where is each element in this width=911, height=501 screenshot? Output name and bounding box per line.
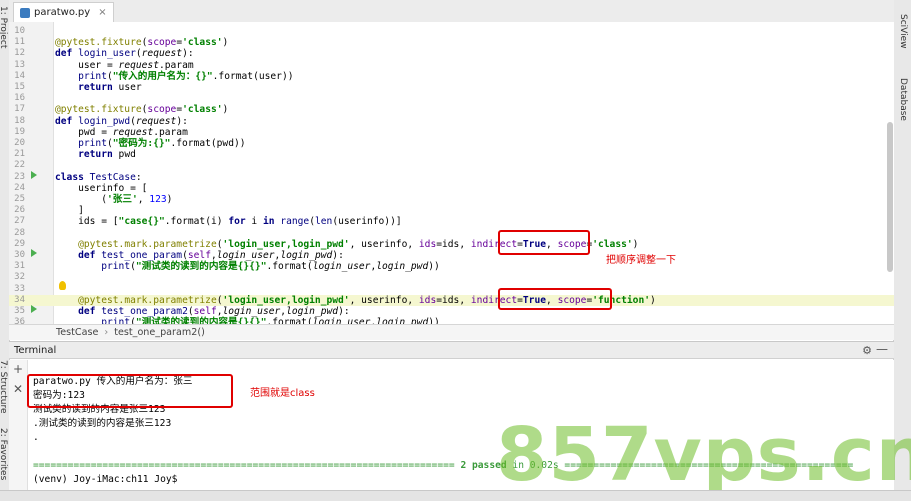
line-number: 11 [14, 37, 25, 48]
line-number: 31 [14, 261, 25, 272]
line-number: 25 [14, 194, 25, 204]
structure-panel-toggle[interactable]: 7: Structure [0, 360, 8, 414]
line-number: 23 [14, 171, 25, 182]
line-number: 10 [14, 26, 25, 36]
highlight-box [498, 230, 590, 255]
line-number: 22 [14, 160, 25, 171]
line-number: 14 [14, 70, 25, 81]
minimize-icon[interactable]: — [876, 342, 888, 356]
breadcrumb: TestCase › test_one_param2() [9, 324, 894, 340]
line-number: 19 [14, 126, 25, 137]
breadcrumb-method[interactable]: test_one_param2() [114, 327, 205, 338]
line-number: 29 [14, 238, 25, 249]
line-number: 28 [14, 227, 25, 238]
run-test-icon[interactable] [31, 305, 37, 313]
database-panel-toggle[interactable]: Database [898, 78, 908, 121]
code-line-current: 34 @pytest.mark.parametrize('login_user,… [9, 294, 894, 306]
editor-tab-bar: paratwo.py × [9, 0, 894, 23]
lightbulb-icon[interactable] [59, 281, 66, 290]
scope-annotation: 范围就是class [250, 388, 315, 399]
gear-icon[interactable]: ⚙ [862, 344, 872, 357]
line-number: 17 [14, 104, 25, 115]
line-number: 13 [14, 59, 25, 70]
favorites-panel-toggle[interactable]: 2: Favorites [0, 428, 8, 480]
terminal-line: .测试类的读到的内容是张三123 [33, 418, 172, 429]
line-number: 16 [14, 93, 25, 104]
breadcrumb-class[interactable]: TestCase [56, 327, 98, 338]
order-annotation: 把顺序调整一下 [606, 255, 676, 266]
line-number: 12 [14, 48, 25, 59]
python-file-icon [20, 7, 30, 18]
run-class-icon[interactable] [31, 171, 37, 179]
sciview-panel-toggle[interactable]: SciView [898, 14, 908, 49]
breadcrumb-separator: › [104, 327, 109, 338]
line-number: 33 [14, 283, 25, 294]
tab-title: paratwo.py [34, 7, 91, 18]
status-bar [0, 490, 911, 501]
editor-tab-paratwo[interactable]: paratwo.py × [13, 2, 114, 22]
line-number: 24 [14, 182, 25, 193]
highlight-box [27, 374, 233, 408]
code-editor[interactable]: 10 11 @pytest.fixture(scope='class') 12 de… [9, 22, 894, 324]
line-number: 15 [14, 82, 25, 92]
close-terminal-icon[interactable]: ✕ [13, 382, 23, 396]
shell-prompt: (venv) Joy-iMac:ch11 Joy$ [33, 474, 178, 485]
line-number: 36 [14, 317, 25, 324]
line-number: 30 [14, 250, 25, 260]
line-number: 27 [14, 216, 25, 227]
add-terminal-icon[interactable]: + [13, 362, 23, 376]
site-watermark: 857vps.cn [496, 412, 911, 498]
terminal-toolbar: + ✕ [9, 360, 28, 490]
terminal-header: Terminal ⚙ — [9, 341, 894, 359]
highlight-box [498, 288, 612, 310]
line-number: 18 [14, 115, 25, 126]
line-number: 32 [14, 272, 25, 283]
terminal-title: Terminal [14, 344, 57, 356]
editor-scrollbar[interactable] [887, 122, 893, 272]
line-number: 35 [14, 306, 25, 316]
summary-rule-left: ========================================… [33, 460, 455, 471]
project-panel-toggle[interactable]: 1: Project [0, 6, 8, 48]
tab-close-icon[interactable]: × [98, 7, 106, 18]
run-test-icon[interactable] [31, 249, 37, 257]
terminal-line: . [33, 432, 39, 443]
line-number: 21 [14, 149, 25, 160]
line-number: 26 [14, 205, 25, 216]
line-number: 20 [14, 138, 25, 148]
line-number: 34 [14, 294, 25, 305]
